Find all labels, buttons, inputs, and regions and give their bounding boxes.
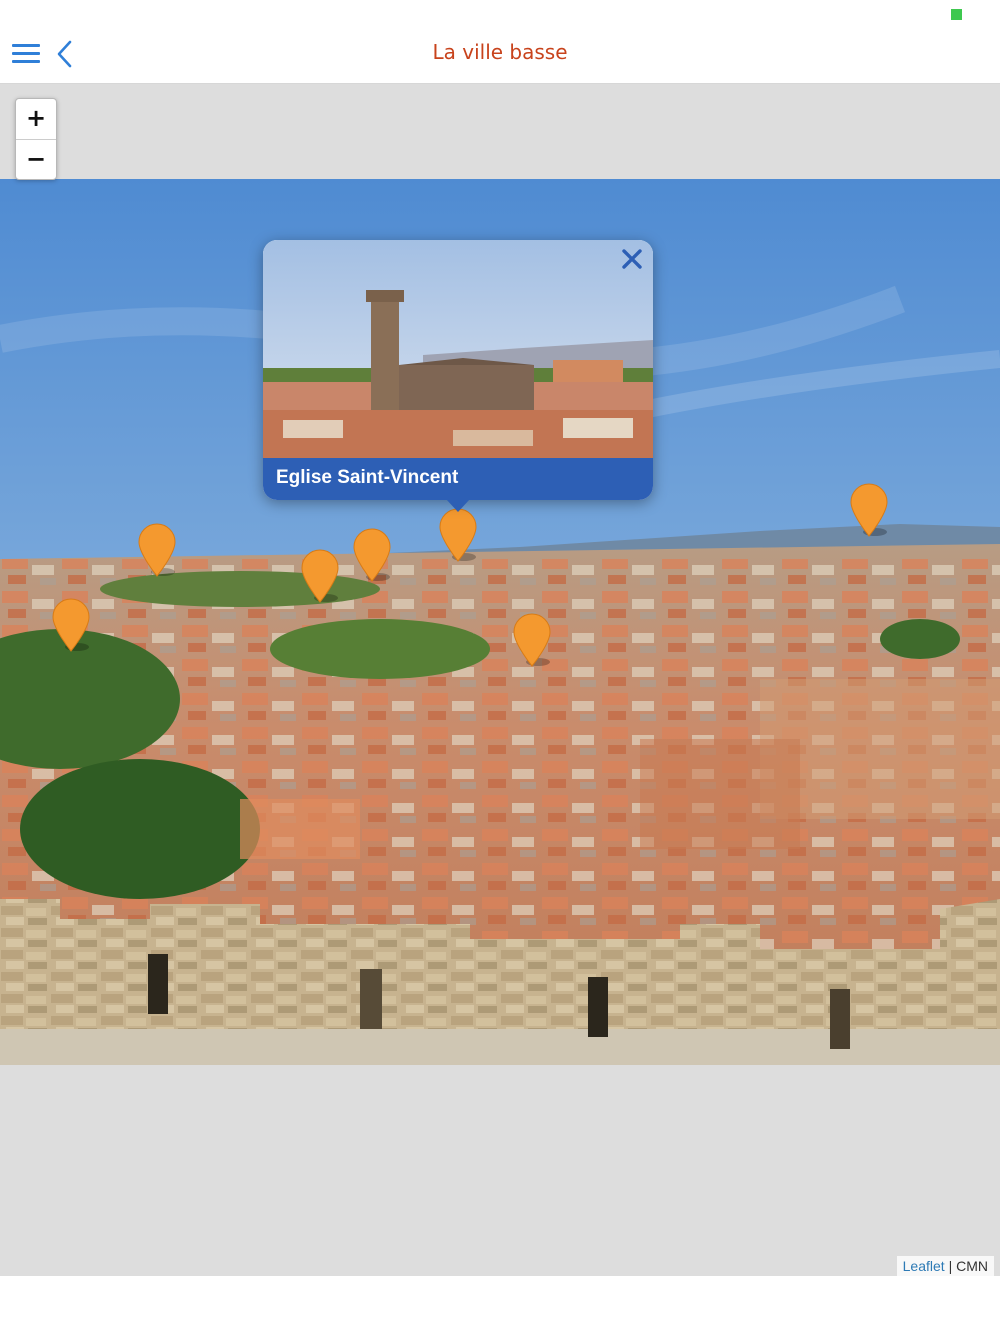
poi-popup[interactable]: Eglise Saint-Vincent (263, 240, 653, 512)
map-marker-icon[interactable] (300, 548, 340, 604)
navigation-bar: La ville basse (0, 22, 1000, 84)
map-marker-icon[interactable] (51, 597, 91, 653)
popup-title: Eglise Saint-Vincent (263, 458, 653, 500)
page-title: La ville basse (432, 40, 568, 64)
attribution-separator: | (944, 1258, 957, 1274)
leaflet-link[interactable]: Leaflet (903, 1258, 945, 1274)
close-icon (622, 249, 642, 269)
church-photo (263, 240, 653, 458)
map-marker-icon[interactable] (849, 482, 889, 538)
map-marker-icon[interactable] (352, 527, 392, 583)
zoom-out-button[interactable]: − (16, 140, 56, 179)
close-button[interactable] (619, 246, 645, 272)
map-marker-icon[interactable] (438, 507, 478, 563)
map-attribution: Leaflet | CMN (896, 1256, 994, 1276)
popup-tip (446, 499, 470, 512)
map-view[interactable]: Eglise Saint-Vincent + − Leaflet | CMN (0, 84, 1000, 1276)
attribution-source: CMN (956, 1258, 988, 1274)
status-indicator (951, 9, 962, 20)
zoom-in-button[interactable]: + (16, 99, 56, 140)
map-marker-icon[interactable] (512, 612, 552, 668)
map-marker-icon[interactable] (137, 522, 177, 578)
zoom-control: + − (15, 98, 57, 180)
